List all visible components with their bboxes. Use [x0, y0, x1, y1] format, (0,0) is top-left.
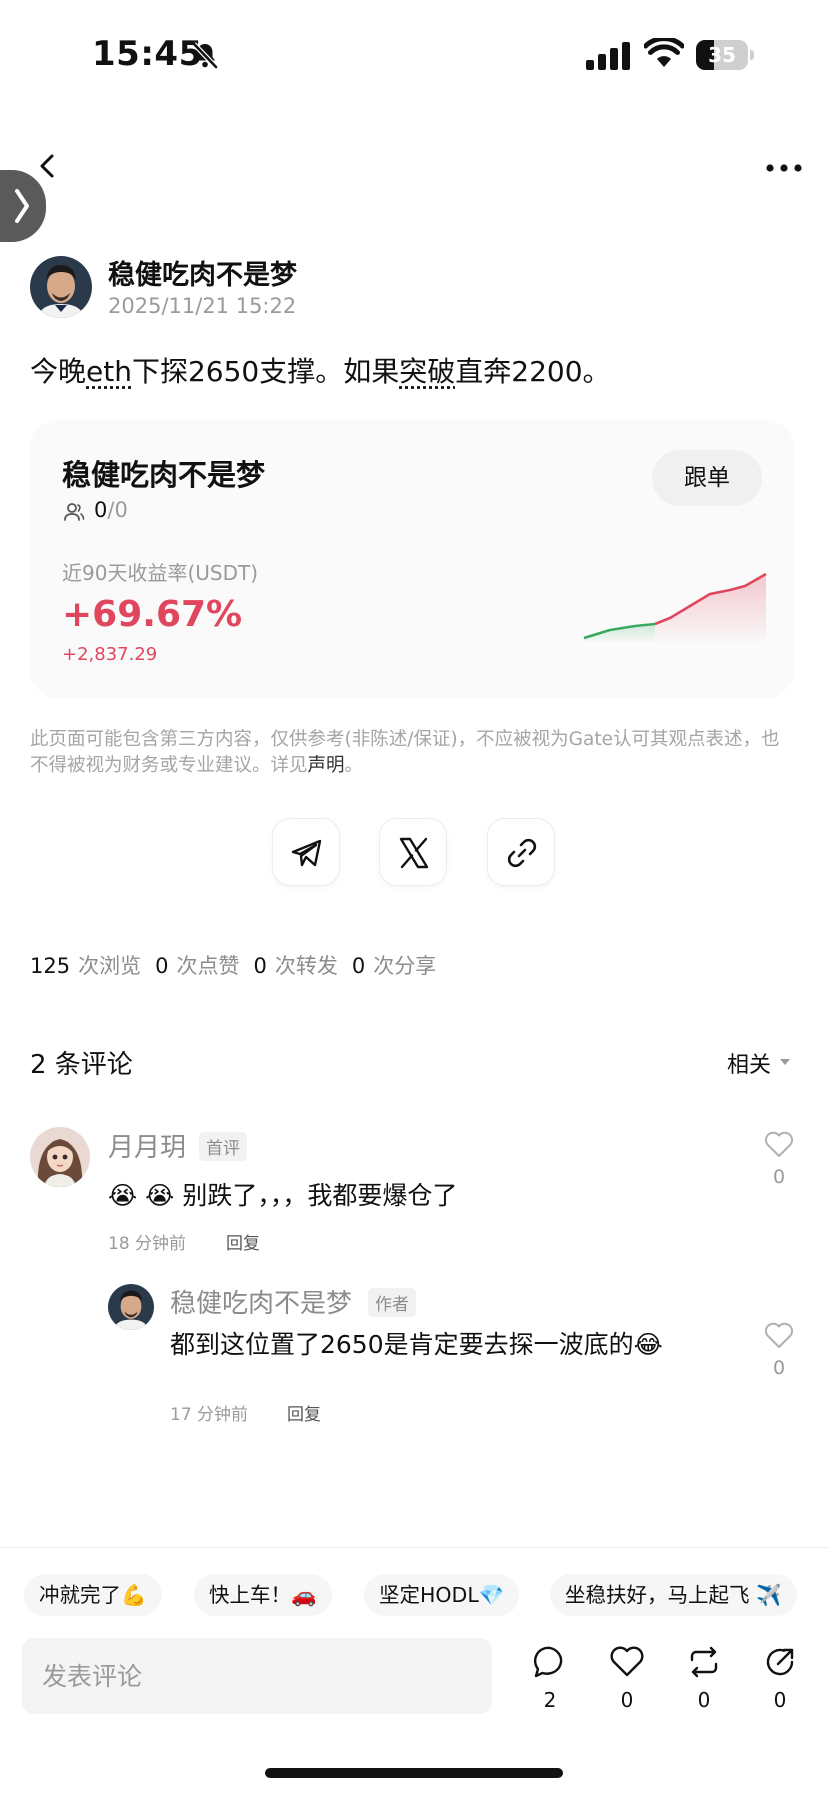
first-comment-badge: 首评	[199, 1132, 247, 1161]
trader-name: 稳健吃肉不是梦	[62, 458, 266, 492]
telegram-icon	[291, 839, 322, 867]
post-stats: 125 次浏览 0 次点赞 0 次转发 0 次分享	[30, 950, 450, 980]
battery-icon: 35	[696, 40, 754, 70]
follower-total: /0	[107, 498, 128, 522]
likes-unit: 次点赞	[176, 954, 240, 978]
post-body: 今晚eth下探2650支撑。如果突破直奔2200。	[30, 350, 611, 390]
comment-input-box[interactable]	[22, 1638, 492, 1714]
more-horizontal-icon[interactable]	[764, 158, 804, 178]
reply-button[interactable]: 回复	[226, 1229, 260, 1254]
reply-button[interactable]: 回复	[287, 1400, 321, 1425]
quick-reply-chip[interactable]: 坚定HODL💎	[364, 1574, 520, 1616]
disclaimer-end: 。	[344, 755, 364, 776]
cellular-signal-icon	[586, 42, 630, 70]
commenter-name[interactable]: 月月玥	[108, 1127, 186, 1164]
sort-dropdown[interactable]: 相关	[727, 1047, 771, 1079]
users-icon	[64, 503, 85, 521]
heart-icon[interactable]	[609, 1644, 645, 1680]
caret-down-icon[interactable]	[779, 1058, 791, 1066]
follower-count: 0/0	[94, 498, 128, 522]
wifi-icon	[644, 38, 684, 67]
return-label: 近90天收益率(USDT)	[62, 561, 259, 585]
reposts-count: 0	[253, 954, 267, 978]
follower-current: 0	[94, 498, 108, 522]
home-indicator	[265, 1768, 563, 1778]
author-name[interactable]: 稳健吃肉不是梦	[108, 253, 297, 292]
comment-input[interactable]	[22, 1638, 492, 1714]
views-count: 125	[30, 954, 71, 978]
disclaimer-link[interactable]: 声明	[308, 755, 345, 776]
link-icon	[507, 838, 537, 868]
views-unit: 次浏览	[78, 954, 142, 978]
shares-unit: 次分享	[373, 954, 437, 978]
x-icon	[399, 837, 429, 869]
return-sparkline	[583, 572, 767, 642]
share-count: 0	[773, 1688, 787, 1712]
like-count: 0	[620, 1688, 634, 1712]
battery-level: 35	[708, 43, 736, 67]
author-avatar[interactable]	[30, 256, 92, 318]
reposts-unit: 次转发	[274, 954, 338, 978]
post-date: 2025/11/21 15:22	[108, 294, 297, 318]
comment-like-count: 0	[772, 1357, 786, 1379]
quick-reply-chip[interactable]: 快上车！🚗	[194, 1574, 332, 1616]
heart-icon[interactable]	[764, 1130, 794, 1158]
repost-icon[interactable]	[686, 1644, 722, 1680]
comment-text: 😭 😭 别跌了，，，我都要爆仓了	[108, 1181, 458, 1210]
author-badge: 作者	[368, 1288, 416, 1317]
comment-like-count: 0	[772, 1166, 786, 1188]
breakout-term[interactable]: 突破	[399, 355, 455, 388]
quick-reply-chip[interactable]: 冲就完了💪	[24, 1574, 162, 1616]
return-amount: +2,837.29	[62, 644, 158, 665]
comment-count: 2	[543, 1688, 557, 1712]
status-time: 15:45	[92, 34, 203, 74]
copy-link-button[interactable]	[487, 818, 555, 886]
commenter-avatar[interactable]	[30, 1127, 90, 1187]
disclaimer-text: 此页面可能包含第三方内容，仅供参考(非陈述/保证)，不应被视为Gate认可其观点…	[30, 729, 780, 776]
comment-text: 都到这位置了2650是肯定要去探一波底的😂	[170, 1330, 663, 1359]
likes-count: 0	[155, 954, 169, 978]
disclaimer: 此页面可能包含第三方内容，仅供参考(非陈述/保证)，不应被视为Gate认可其观点…	[30, 727, 780, 779]
comment-time: 18 分钟前	[108, 1234, 187, 1254]
post-text: 今晚	[30, 355, 87, 388]
copy-trade-button[interactable]: 跟单	[652, 450, 762, 506]
comment-icon[interactable]	[532, 1644, 568, 1680]
chevron-right-icon	[15, 189, 29, 223]
share-telegram-button[interactable]	[272, 818, 340, 886]
comment-time: 17 分钟前	[170, 1405, 249, 1425]
author-avatar[interactable]	[108, 1284, 154, 1330]
post-text: 下探2650支撑。如果	[131, 355, 400, 388]
eth-term[interactable]: eth	[86, 355, 132, 388]
return-value: +69.67%	[62, 594, 243, 635]
shares-count: 0	[351, 954, 366, 978]
share-x-button[interactable]	[379, 818, 447, 886]
post-text: 直奔2200。	[455, 355, 611, 388]
divider	[0, 1547, 828, 1548]
bell-muted-icon	[192, 42, 218, 69]
share-icon[interactable]	[762, 1644, 798, 1680]
quick-reply-chip[interactable]: 坐稳扶好，马上起飞 ✈️	[550, 1574, 797, 1616]
heart-icon[interactable]	[764, 1321, 794, 1349]
commenter-name[interactable]: 稳健吃肉不是梦	[170, 1283, 352, 1320]
comments-title: 2 条评论	[30, 1050, 133, 1080]
repost-count: 0	[697, 1688, 711, 1712]
